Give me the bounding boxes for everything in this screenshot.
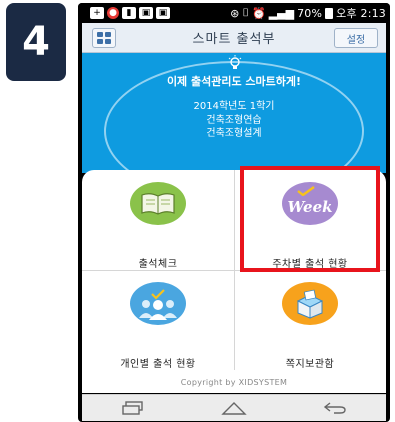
app-header: 스마트 출석부 설정 xyxy=(82,23,386,53)
gallery-icon: ▣ xyxy=(156,7,170,19)
menu-item-individual-attendance[interactable]: 개인별 출석 현황 xyxy=(82,270,234,370)
app-title: 스마트 출석부 xyxy=(192,32,276,47)
banner-course: 건축조형설계 xyxy=(206,128,262,139)
battery-percent: 70% xyxy=(297,6,323,20)
week-icon-text: Week xyxy=(287,197,333,216)
book-icon xyxy=(130,182,186,225)
week-icon: Week xyxy=(282,182,338,225)
back-arrow-icon xyxy=(324,402,347,414)
people-icon xyxy=(130,282,186,325)
menu-item-label: 주차별 출석 현황 xyxy=(272,259,348,270)
menu-item-label: 개인별 출석 현황 xyxy=(120,359,196,370)
home-icon xyxy=(221,402,247,415)
record-icon: ● xyxy=(107,7,119,19)
file-icon: ▮ xyxy=(122,7,136,19)
alarm-icon: ⏰ xyxy=(252,6,266,20)
android-nav-bar xyxy=(82,394,386,421)
status-bar: + ● ▮ ▣ ▣ ⊛ ⌷ ⏰ ▂▄▆ 70% 오후 2:13 xyxy=(78,3,390,23)
battery-icon xyxy=(325,7,334,19)
welcome-banner: 이제 출석관리도 스마트하게! 2014학년도 1학기 건축조형연습 건축조형설… xyxy=(82,53,386,173)
recent-apps-icon xyxy=(121,401,143,415)
banner-headline: 이제 출석관리도 스마트하게! xyxy=(166,75,302,88)
menu-item-weekly-attendance[interactable]: Week 주차별 출석 현황 xyxy=(234,170,386,270)
signal-icon: ▂▄▆ xyxy=(268,6,295,20)
menu-item-label: 쪽지보관함 xyxy=(285,359,335,370)
menu-item-message-box[interactable]: 쪽지보관함 xyxy=(234,270,386,370)
settings-button[interactable]: 설정 xyxy=(334,28,378,48)
vibrate-icon: ⌷ xyxy=(242,6,249,19)
grid-icon xyxy=(97,32,103,37)
menu-panel: 출석체크 Week 주차별 출석 현황 개인별 출석 현황 쪽지보관함 xyxy=(82,170,386,393)
home-button[interactable] xyxy=(214,398,254,418)
menu-item-label: 출석체크 xyxy=(138,259,178,270)
clock: 오후 2:13 xyxy=(336,7,386,20)
banner-semester: 2014학년도 1학기 xyxy=(193,101,275,112)
recent-apps-button[interactable] xyxy=(113,398,153,418)
copyright-text: Copyright by XIDSYSTEM xyxy=(180,378,288,387)
menu-grid-button[interactable] xyxy=(92,28,116,48)
back-button[interactable] xyxy=(315,398,355,418)
step-number-badge: 4 xyxy=(6,3,66,81)
menu-item-attendance-check[interactable]: 출석체크 xyxy=(82,170,234,270)
add-icon: + xyxy=(90,7,104,19)
box-icon xyxy=(282,282,338,325)
sync-icon: ⊛ xyxy=(230,6,240,20)
image-icon: ▣ xyxy=(139,7,153,19)
lightbulb-icon xyxy=(228,55,242,69)
